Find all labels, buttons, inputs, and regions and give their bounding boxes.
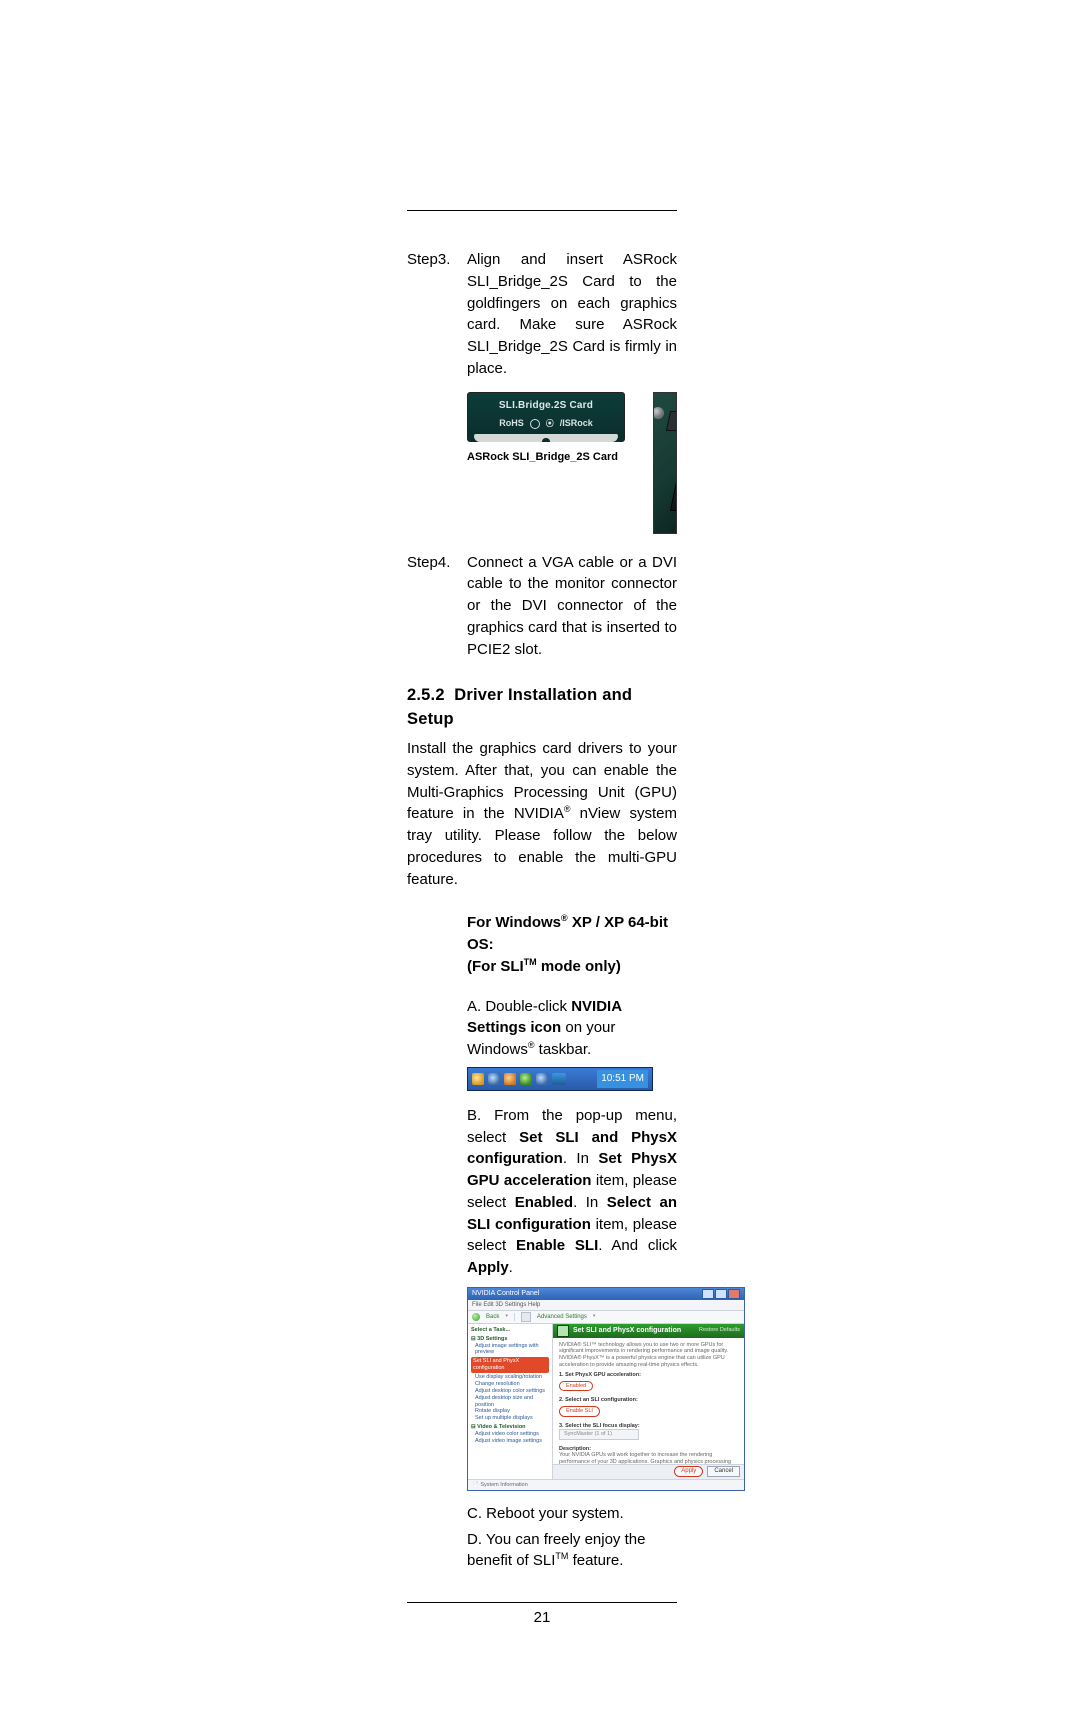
os-line2-b: mode only) <box>537 958 621 975</box>
trademark-icon: TM <box>555 1551 568 1561</box>
substep-a-1: A. Double-click <box>467 998 571 1015</box>
nvcp-title: NVIDIA Control Panel <box>472 1289 539 1299</box>
nvcp-footer: Apply Cancel <box>553 1464 744 1479</box>
maximize-icon <box>715 1289 727 1299</box>
tray-icon <box>488 1073 500 1085</box>
nvcp-sec3-heading: 3. Select the SLI focus display: <box>559 1423 738 1430</box>
sidebar-group-3d: ⊟ 3D Settings <box>471 1336 549 1343</box>
sb10: Enable SLI <box>516 1237 598 1254</box>
taskbar-clock: 10:51 PM <box>597 1070 648 1088</box>
sidebar-item: Set up multiple displays <box>475 1415 549 1422</box>
step4-label: Step4. <box>407 552 467 661</box>
nvcp-statusbar: 📄 System Information <box>468 1479 744 1490</box>
sli-focus-display-dropdown: SyncMaster (1 of 1) <box>559 1429 639 1440</box>
sidebar-item: Adjust desktop color settings <box>475 1388 549 1395</box>
ce-icon: ⦿ <box>546 418 554 430</box>
sb6: Enabled <box>515 1194 573 1211</box>
sli-card-title: SLI.Bridge.2S Card <box>474 399 618 414</box>
substep-a: A. Double-click NVIDIA Settings icon on … <box>467 996 677 1061</box>
os-requirement-line2: (For SLITM mode only) <box>467 956 677 978</box>
os-line2-a: (For SLI <box>467 958 524 975</box>
cancel-button: Cancel <box>707 1466 740 1477</box>
top-rule <box>407 210 677 211</box>
step3-label: Step3. <box>407 249 467 380</box>
motherboard-photo <box>653 392 677 534</box>
nvidia-settings-icon <box>520 1073 532 1085</box>
sidebar-item-selected: Set SLI and PhysX configuration <box>471 1357 549 1373</box>
nvcp-titlebar: NVIDIA Control Panel <box>468 1288 744 1300</box>
restore-defaults-link: Restore Defaults <box>699 1327 740 1335</box>
nvcp-description: NVIDIA® SLI™ technology allows you to us… <box>559 1342 738 1368</box>
page-number: 21 <box>407 1607 677 1629</box>
substep-a-3: taskbar. <box>535 1041 592 1058</box>
apply-button: Apply <box>674 1466 703 1477</box>
advanced-label: Advanced Settings <box>537 1313 587 1322</box>
sidebar-task-header: Select a Task... <box>471 1327 549 1334</box>
sli-card-rohs: RoHS <box>499 417 524 430</box>
sidebar-item: Adjust video image settings <box>475 1438 549 1445</box>
os-line1-a: For Windows <box>467 914 561 931</box>
sidebar-item: Rotate display <box>475 1408 549 1415</box>
sidebar-item: Adjust video color settings <box>475 1431 549 1438</box>
tray-icon <box>472 1073 484 1085</box>
back-label: Back <box>486 1313 499 1322</box>
sidebar-item: Change resolution <box>475 1381 549 1388</box>
sb12: Apply <box>467 1259 509 1276</box>
step4-row: Step4. Connect a VGA cable or a DVI cabl… <box>407 552 677 661</box>
nvcp-toolbar: Back ▾ Advanced Settings ▾ <box>468 1311 744 1324</box>
sb11: . And click <box>598 1237 677 1254</box>
section-intro: Install the graphics card drivers to you… <box>407 738 677 890</box>
step3-row: Step3. Align and insert ASRock SLI_Bridg… <box>407 249 677 380</box>
substep-b: B. From the pop-up menu, select Set SLI … <box>467 1105 677 1279</box>
nvcp-sec1-heading: 1. Set PhysX GPU acceleration: <box>559 1372 738 1379</box>
close-icon <box>728 1289 740 1299</box>
nvcp-desc-heading: Description: <box>559 1446 738 1453</box>
tray-icon <box>536 1073 548 1085</box>
nvcp-menubar: File Edit 3D Settings Help <box>468 1300 744 1311</box>
nvcp-sidebar: Select a Task... ⊟ 3D Settings Adjust im… <box>468 1324 553 1479</box>
back-icon <box>472 1313 480 1321</box>
nvidia-control-panel-window: NVIDIA Control Panel File Edit 3D Settin… <box>467 1287 745 1491</box>
substep-d-2: feature. <box>568 1552 623 1569</box>
enable-sli-pill: Enable SLI <box>559 1406 600 1417</box>
nvcp-main: Set SLI and PhysX configuration Restore … <box>553 1324 744 1479</box>
sli-bridge-card-figure: SLI.Bridge.2S Card RoHS ⦿ /ISRock ASRock… <box>467 392 625 466</box>
bottom-rule <box>407 1602 677 1603</box>
sli-card-brand: /ISRock <box>560 417 593 430</box>
tray-icon <box>504 1073 516 1085</box>
step3-text: Align and insert ASRock SLI_Bridge_2S Ca… <box>467 249 677 380</box>
sli-icon <box>557 1325 569 1337</box>
sidebar-item: Adjust image settings with preview <box>475 1343 549 1357</box>
nvcp-desc-body: Your NVIDIA GPUs will work together to i… <box>559 1452 738 1463</box>
section-number: 2.5.2 <box>407 686 445 704</box>
recycle-icon <box>530 419 540 429</box>
step3-figures: SLI.Bridge.2S Card RoHS ⦿ /ISRock ASRock… <box>467 392 677 534</box>
windows-taskbar-tray: 10:51 PM <box>467 1067 653 1091</box>
history-icon <box>521 1312 531 1322</box>
sli-bridge-card-image: SLI.Bridge.2S Card RoHS ⦿ /ISRock <box>467 392 625 442</box>
sidebar-item: Use display scaling/rotation <box>475 1374 549 1381</box>
trademark-icon: TM <box>524 957 537 967</box>
nvcp-main-titlebar: Set SLI and PhysX configuration Restore … <box>553 1324 744 1338</box>
substep-c: C. Reboot your system. <box>467 1503 677 1525</box>
sb3: . In <box>563 1150 599 1167</box>
substep-d: D. You can freely enjoy the benefit of S… <box>467 1529 677 1573</box>
nvcp-main-title: Set SLI and PhysX configuration <box>573 1326 681 1336</box>
sli-card-caption: ASRock SLI_Bridge_2S Card <box>467 450 625 466</box>
nvcp-sec2-heading: 2. Select an SLI configuration: <box>559 1397 738 1404</box>
sb7: . In <box>573 1194 607 1211</box>
monitor-icon <box>552 1073 566 1085</box>
sidebar-group-video: ⊟ Video & Television <box>471 1424 549 1431</box>
step4-text: Connect a VGA cable or a DVI cable to th… <box>467 552 677 661</box>
registered-mark-icon: ® <box>561 913 568 923</box>
sb13: . <box>509 1259 513 1276</box>
os-requirement-line1: For Windows® XP / XP 64-bit OS: <box>467 912 677 956</box>
registered-mark-icon: ® <box>528 1040 535 1050</box>
minimize-icon <box>702 1289 714 1299</box>
section-heading: 2.5.2 Driver Installation and Setup <box>407 684 677 732</box>
sidebar-item: Adjust desktop size and position <box>475 1395 549 1409</box>
physx-enabled-pill: Enabled <box>559 1381 593 1392</box>
